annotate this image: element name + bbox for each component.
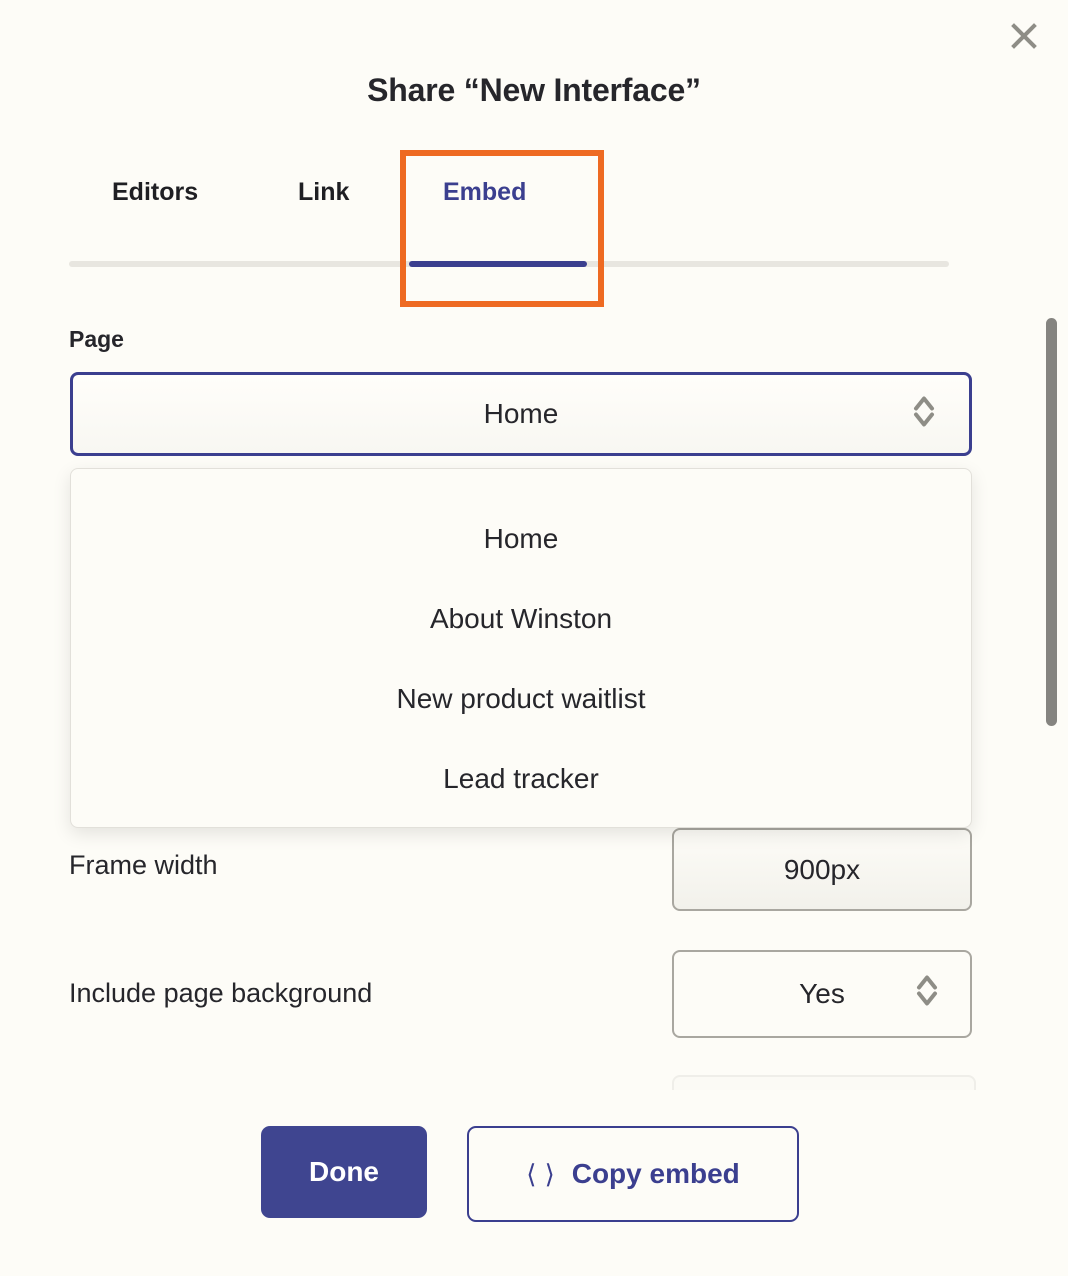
chevron-up-down-icon <box>914 972 940 1017</box>
page-field-label: Page <box>69 326 124 352</box>
tab-embed[interactable]: Embed <box>443 178 526 207</box>
frame-width-input[interactable]: 900px <box>672 828 972 911</box>
list-item[interactable]: Home <box>71 499 971 579</box>
page-select-value: Home <box>483 398 559 429</box>
tab-bar: Editors Link Embed <box>69 178 949 220</box>
frame-width-value: 900px <box>783 853 861 885</box>
copy-embed-label: Copy embed <box>571 1158 740 1189</box>
list-item[interactable]: Lead tracker <box>71 739 971 819</box>
close-button[interactable] <box>1002 14 1046 58</box>
code-brackets-icon: ⟨ ⟩ <box>526 1158 558 1189</box>
include-background-select[interactable]: Yes <box>672 950 972 1038</box>
close-icon <box>1011 23 1037 49</box>
annotation-highlight-rectangle <box>400 150 604 307</box>
scrollbar[interactable] <box>1044 310 1058 1080</box>
frame-width-label: Frame width <box>69 850 218 880</box>
tab-editors[interactable]: Editors <box>112 178 198 207</box>
chevron-up-down-icon <box>911 393 937 436</box>
tab-active-underline <box>409 261 587 267</box>
done-button[interactable]: Done <box>261 1126 427 1218</box>
page-dropdown-list[interactable]: Home About Winston New product waitlist … <box>70 468 972 828</box>
modal-title: Share “New Interface” <box>367 72 701 108</box>
include-background-value: Yes <box>799 978 845 1009</box>
settings-scroll-area: Page Home Home About Winston New product… <box>0 300 1068 1090</box>
scrollbar-thumb[interactable] <box>1046 318 1057 726</box>
page-select-trigger[interactable]: Home <box>70 372 972 456</box>
next-field-partial <box>672 1075 976 1090</box>
copy-embed-button[interactable]: ⟨ ⟩ Copy embed <box>467 1126 799 1222</box>
tab-link[interactable]: Link <box>298 178 349 207</box>
modal-footer: Done ⟨ ⟩ Copy embed <box>0 1126 1068 1226</box>
share-modal: Share “New Interface” Editors Link Embed… <box>0 0 1068 1276</box>
include-background-label: Include page background <box>69 978 373 1008</box>
list-item[interactable]: New product waitlist <box>71 659 971 739</box>
list-item[interactable]: About Winston <box>71 579 971 659</box>
